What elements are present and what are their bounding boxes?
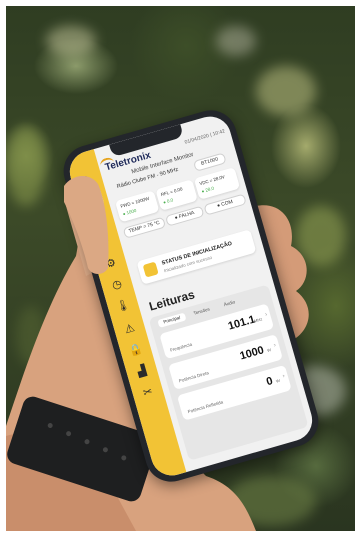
fwd-card: FWD = 1000W ● 1000 [114,190,160,223]
rfl-card: RFL = 0.00 ● 0.0 [155,179,198,211]
chevron-right-icon: › [264,311,268,319]
chevron-right-icon: › [273,342,277,349]
menu-icon[interactable]: ≡ [80,188,105,210]
tab-audio[interactable]: Áudio [217,297,242,311]
chevron-right-icon: › [282,373,286,380]
tab-principal[interactable]: Principal [157,312,187,328]
reading-label: Frequência [169,341,193,353]
status-icon [142,261,159,278]
reading-unit: W [275,377,281,384]
reading-label: Potência Direta [178,370,210,384]
rfl-label: RFL = 0.00 [160,186,184,198]
lock-icon[interactable]: 🔒 [127,342,144,359]
datetime: 01/04/2020 | 10:42 [184,128,226,146]
reading-unit: W [266,347,272,354]
tab-tensoes[interactable]: Tensões [188,304,215,319]
background-photo: ⌂ ≡ ⓘ ✦ ⚙ ◷ 🌡 ⚠ 🔒 ▟ ✂ Teletronix 01/04/2… [6,6,355,531]
settings-icon[interactable]: ⚙ [102,255,119,272]
photo-frame: ⌂ ≡ ⓘ ✦ ⚙ ◷ 🌡 ⚠ 🔒 ▟ ✂ Teletronix 01/04/2… [0,0,361,537]
clock-icon[interactable]: ◷ [108,276,125,293]
home-icon[interactable]: ⌂ [78,171,95,188]
compass-icon[interactable]: ✦ [96,234,113,251]
vdc-label: VDC = 28.0V [198,174,226,187]
vdc-card: VDC = 28.0V ● 28.0 [193,167,241,200]
reading-value: 101.1 [226,313,257,333]
vdc-sub: ● 28.0 [200,185,215,194]
fwd-sub: ● 1000 [122,207,137,217]
info-icon[interactable]: ⓘ [90,213,107,230]
radio-model-pill: BT1000 [192,152,227,172]
reading-value: 1000 [238,344,266,363]
thermometer-icon[interactable]: 🌡 [114,297,132,314]
falha-pill: ● FALHA [164,205,205,227]
tools-icon[interactable]: ✂ [139,384,156,401]
reading-value: 0 [264,375,275,389]
rfl-sub: ● 0.0 [162,197,174,205]
signal-icon[interactable]: ▟ [133,363,150,380]
reading-label: Potência Refletida [187,399,224,415]
warning-icon[interactable]: ⚠ [121,321,138,338]
reading-unit: MHz [253,316,263,324]
status-card[interactable]: STATUS DE INICIALIZAÇÃO Inicializado com… [136,229,257,285]
